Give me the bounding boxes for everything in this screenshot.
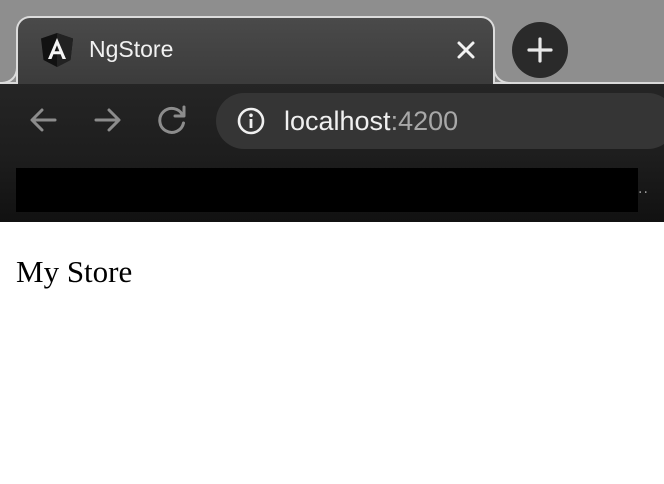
back-button[interactable] [25,102,61,138]
arrow-left-icon [30,108,57,132]
url-host: localhost [284,106,391,136]
page-content: My Store [0,222,664,484]
angular-logo-icon [40,32,74,68]
browser-toolbar: localhost:4200 .. [0,84,664,222]
browser-chrome: NgStore localhost:4200 .. [0,0,664,222]
url-port: :4200 [390,106,459,136]
bookmarks-overflow[interactable]: .. [638,182,649,196]
info-icon[interactable] [236,106,266,136]
page-title: My Store [16,254,133,289]
tab-title: NgStore [89,36,174,62]
url-text[interactable]: localhost:4200 [284,106,458,136]
close-icon[interactable] [452,36,480,64]
reload-button[interactable] [154,102,190,138]
new-tab-button[interactable] [512,22,568,78]
reload-icon [158,105,186,134]
bookmarks-bar [16,168,638,212]
forward-button[interactable] [90,102,126,138]
plus-icon [527,37,553,63]
arrow-right-icon [94,108,121,132]
address-bar[interactable]: localhost:4200 [216,93,664,149]
tab-ngstore[interactable]: NgStore [16,16,495,86]
